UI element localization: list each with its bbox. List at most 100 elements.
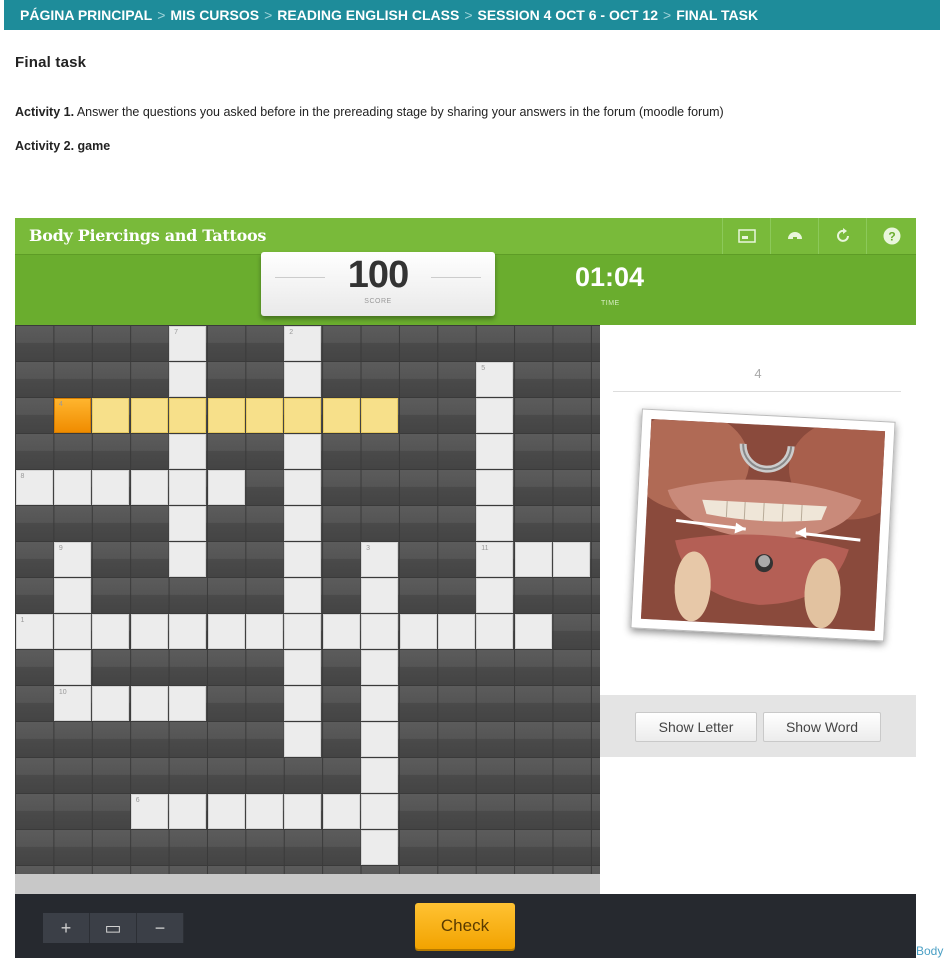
crossword-cell[interactable] (476, 577, 514, 613)
crossword-cell[interactable] (53, 649, 91, 685)
crossword-cell[interactable] (284, 685, 322, 721)
crossword-cell[interactable]: 9 (53, 541, 91, 577)
show-letter-button[interactable]: Show Letter (635, 712, 757, 742)
crossword-cell[interactable] (92, 613, 130, 649)
zoom-fit-button[interactable]: ▭ (90, 913, 137, 943)
check-button[interactable]: Check (415, 903, 515, 949)
crossword-cell[interactable] (361, 685, 399, 721)
crossword-cell[interactable]: 6 (130, 793, 168, 829)
breadcrumb-link[interactable]: MIS CURSOS (170, 7, 259, 23)
clue-number: 4 (754, 366, 762, 381)
crossword-cell[interactable] (130, 469, 168, 505)
restart-icon[interactable] (818, 218, 867, 254)
crossword-cell[interactable] (130, 685, 168, 721)
crossword-cell[interactable] (207, 397, 245, 433)
help-icon[interactable]: ? (866, 218, 917, 254)
crossword-cell[interactable] (284, 361, 322, 397)
crossword-cell[interactable] (169, 433, 207, 469)
crossword-cell[interactable] (169, 397, 207, 433)
breadcrumb-link[interactable]: READING ENGLISH CLASS (277, 7, 459, 23)
crossword-cell[interactable] (284, 649, 322, 685)
crossword-cell[interactable] (284, 541, 322, 577)
crossword-cell[interactable]: 2 (284, 325, 322, 361)
crossword-cell[interactable] (476, 505, 514, 541)
crossword-cell[interactable] (53, 613, 91, 649)
crossword-cell[interactable] (284, 793, 322, 829)
crossword-cell[interactable] (514, 613, 552, 649)
crossword-cell[interactable] (361, 793, 399, 829)
breadcrumb-link[interactable]: FINAL TASK (676, 7, 758, 23)
crossword-cell[interactable] (322, 793, 360, 829)
crossword-cell[interactable] (361, 397, 399, 433)
crossword-cell[interactable] (207, 469, 245, 505)
zoom-controls: + ▭ − (43, 913, 184, 943)
crossword-cell[interactable] (284, 433, 322, 469)
game-title-bar: Body Piercings and Tattoos ? (15, 218, 916, 255)
crossword-cell[interactable] (130, 397, 168, 433)
time-label: TIME (601, 300, 620, 307)
crossword-cell[interactable] (169, 685, 207, 721)
crossword-cell[interactable] (322, 397, 360, 433)
crossword-cell[interactable] (361, 577, 399, 613)
crossword-cell[interactable] (437, 613, 475, 649)
crossword-cell[interactable] (207, 613, 245, 649)
crossword-cell[interactable] (322, 613, 360, 649)
crossword-cell[interactable] (92, 469, 130, 505)
crossword-cell[interactable] (284, 397, 322, 433)
breadcrumb-separator: > (157, 7, 166, 23)
crossword-cell[interactable] (361, 649, 399, 685)
breadcrumb-link[interactable]: PÁGINA PRINCIPAL (20, 7, 152, 23)
crossword-cell[interactable] (284, 505, 322, 541)
crossword-cell[interactable] (284, 469, 322, 505)
crossword-cell[interactable]: 7 (169, 325, 207, 361)
crossword-cell[interactable] (476, 433, 514, 469)
fullscreen-icon[interactable] (770, 218, 819, 254)
crossword-cell[interactable] (207, 793, 245, 829)
clue-number-label: 11 (481, 544, 489, 552)
crossword-cell[interactable] (130, 613, 168, 649)
crossword-cell[interactable] (169, 613, 207, 649)
zoom-out-button[interactable]: − (137, 913, 184, 943)
breadcrumb-link[interactable]: SESSION 4 OCT 6 - OCT 12 (478, 7, 659, 23)
crossword-cell[interactable] (245, 397, 283, 433)
crossword-cell[interactable] (92, 397, 130, 433)
crossword-cell[interactable] (245, 613, 283, 649)
crossword-cell[interactable]: 3 (361, 541, 399, 577)
crossword-cell[interactable] (476, 469, 514, 505)
crossword-cell[interactable] (361, 721, 399, 757)
crossword-cell[interactable] (476, 397, 514, 433)
crossword-cell[interactable] (169, 469, 207, 505)
board-scrollbar[interactable] (15, 874, 600, 894)
crossword-cell[interactable] (284, 577, 322, 613)
crossword-cell[interactable]: 1 (15, 613, 53, 649)
truncated-link[interactable]: Body (916, 944, 943, 958)
crossword-cell[interactable] (476, 613, 514, 649)
crossword-cell[interactable] (53, 577, 91, 613)
crossword-cell[interactable] (361, 829, 399, 865)
clue-number-label: 2 (289, 328, 294, 336)
crossword-cell[interactable] (245, 793, 283, 829)
crossword-cell[interactable]: 5 (476, 361, 514, 397)
breadcrumb-separator: > (663, 7, 672, 23)
crossword-cell[interactable] (284, 613, 322, 649)
crossword-cell[interactable] (92, 685, 130, 721)
clue-panel: 4 Show Letter Show Word (600, 325, 916, 894)
crossword-cell[interactable] (169, 505, 207, 541)
crossword-cell[interactable] (169, 541, 207, 577)
crossword-cell[interactable] (284, 721, 322, 757)
crossword-cell[interactable] (361, 757, 399, 793)
crossword-cell[interactable] (361, 613, 399, 649)
crossword-cell[interactable] (169, 793, 207, 829)
crossword-cell[interactable]: 11 (476, 541, 514, 577)
show-word-button[interactable]: Show Word (763, 712, 881, 742)
crossword-cell[interactable] (169, 361, 207, 397)
screenshot-icon[interactable] (722, 218, 771, 254)
crossword-cell[interactable] (53, 469, 91, 505)
crossword-cell[interactable]: 8 (15, 469, 53, 505)
zoom-in-button[interactable]: + (43, 913, 90, 943)
crossword-cell[interactable] (514, 541, 552, 577)
crossword-cell[interactable]: 10 (53, 685, 91, 721)
crossword-cell[interactable]: 4 (53, 397, 91, 433)
crossword-cell[interactable] (553, 541, 591, 577)
crossword-cell[interactable] (399, 613, 437, 649)
